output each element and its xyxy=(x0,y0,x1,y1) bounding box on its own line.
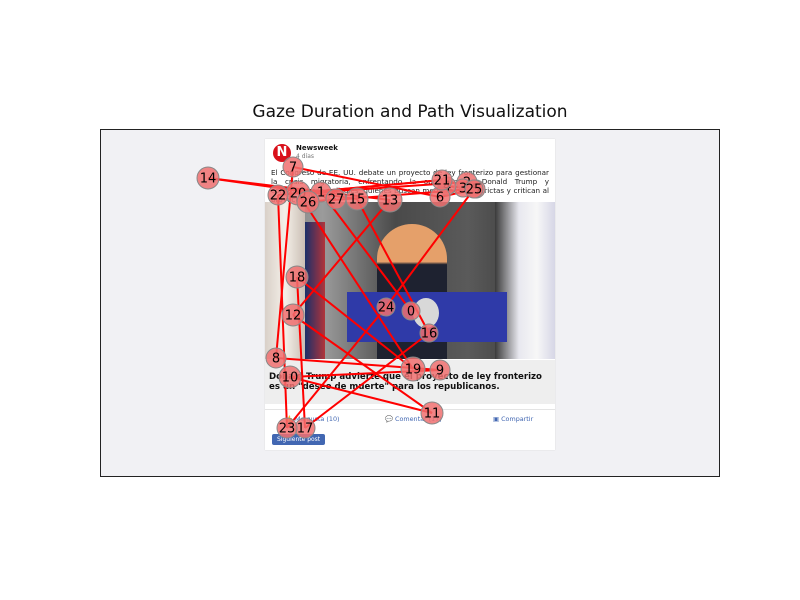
gaze-fixations: 0123456789101112131415161718192021222324… xyxy=(196,156,486,439)
fixation-label: 8 xyxy=(272,352,280,367)
fixation-label: 11 xyxy=(424,407,441,422)
fixation-label: 17 xyxy=(297,422,314,437)
fixation-label: 7 xyxy=(289,161,297,176)
fixation-label: 19 xyxy=(405,363,422,378)
fixation-label: 26 xyxy=(300,196,317,211)
gaze-segment xyxy=(296,276,306,429)
fixation-label: 21 xyxy=(434,174,451,189)
gaze-overlay: 0123456789101112131415161718192021222324… xyxy=(196,156,486,439)
fixation-label: 6 xyxy=(436,191,444,206)
fixation-label: 0 xyxy=(407,305,415,320)
fixation-label: 25 xyxy=(466,183,483,198)
fixation-label: 23 xyxy=(279,422,296,437)
fixation-label: 13 xyxy=(382,194,399,209)
fixation-label: 14 xyxy=(200,172,217,187)
fixation-label: 16 xyxy=(421,327,438,342)
fixation-label: 22 xyxy=(270,189,287,204)
fixation-label: 27 xyxy=(328,193,345,208)
fixation-label: 24 xyxy=(378,301,395,316)
fixation-label: 15 xyxy=(349,193,366,208)
fixation-label: 10 xyxy=(282,371,299,386)
gaze-segment xyxy=(292,199,391,316)
gaze-segment xyxy=(289,376,433,414)
fixation-label: 9 xyxy=(436,364,444,379)
fixation-label: 12 xyxy=(285,309,302,324)
gaze-segment xyxy=(297,192,414,370)
fixation-label: 18 xyxy=(289,271,306,286)
